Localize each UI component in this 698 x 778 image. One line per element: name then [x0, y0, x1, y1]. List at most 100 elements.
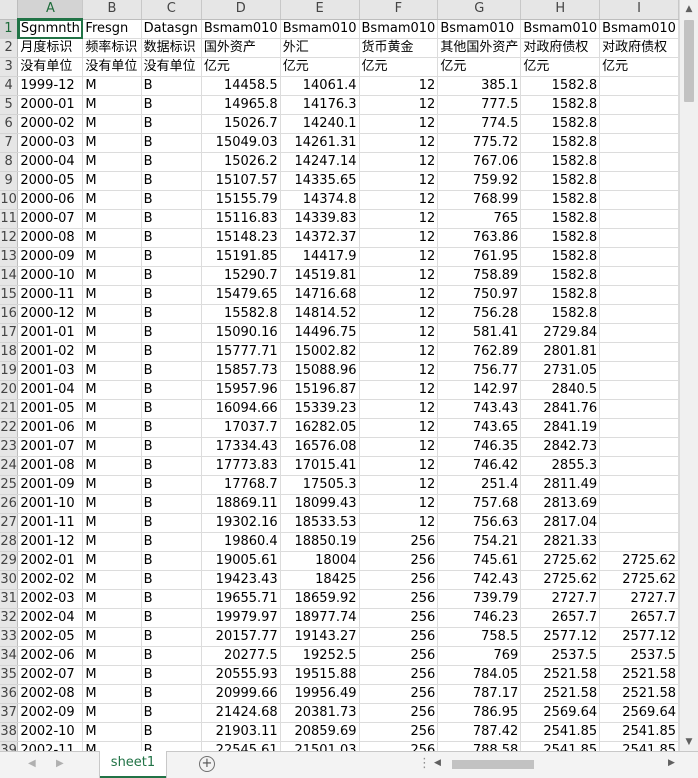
cell-c18[interactable]: B [141, 342, 202, 362]
cell-f20[interactable]: 12 [359, 380, 439, 400]
cell-d21[interactable]: 16094.66 [201, 399, 281, 419]
cell-c32[interactable]: B [141, 608, 202, 628]
cell-h19[interactable]: 2731.05 [520, 361, 601, 381]
cell-i28[interactable] [599, 532, 679, 552]
cell-a8[interactable]: 2000-04 [17, 152, 84, 172]
cell-i15[interactable] [599, 285, 679, 305]
cell-h14[interactable]: 1582.8 [520, 266, 601, 286]
cell-h26[interactable]: 2813.69 [520, 494, 601, 514]
cell-a4[interactable]: 1999-12 [17, 76, 84, 96]
row-header[interactable]: 3 [0, 57, 19, 77]
row-header[interactable]: 33 [0, 627, 19, 647]
cell-f11[interactable]: 12 [359, 209, 439, 229]
cell-f24[interactable]: 12 [359, 456, 439, 476]
row-header[interactable]: 19 [0, 361, 19, 381]
cell-a29[interactable]: 2002-01 [17, 551, 84, 571]
next-sheet-icon[interactable]: ▶ [56, 758, 64, 769]
row-header[interactable]: 20 [0, 380, 19, 400]
cell-a16[interactable]: 2000-12 [17, 304, 84, 324]
cell-i8[interactable] [599, 152, 679, 172]
cell-b25[interactable]: M [82, 475, 142, 495]
cell-i39[interactable]: 2541.85 [599, 741, 679, 751]
row-header[interactable]: 37 [0, 703, 19, 723]
cell-i6[interactable] [599, 114, 679, 134]
cell-b6[interactable]: M [82, 114, 142, 134]
cell-f18[interactable]: 12 [359, 342, 439, 362]
cell-f3[interactable]: 亿元 [359, 57, 439, 77]
row-header[interactable]: 10 [0, 190, 19, 210]
cell-e21[interactable]: 15339.23 [280, 399, 360, 419]
row-header[interactable]: 7 [0, 133, 19, 153]
cell-a30[interactable]: 2002-02 [17, 570, 84, 590]
cell-f23[interactable]: 12 [359, 437, 439, 457]
cell-b18[interactable]: M [82, 342, 142, 362]
cell-d1[interactable]: Bsmam010 [201, 19, 281, 39]
cell-h8[interactable]: 1582.8 [520, 152, 601, 172]
cell-h10[interactable]: 1582.8 [520, 190, 601, 210]
column-header-h[interactable]: H [520, 0, 601, 20]
cell-i26[interactable] [599, 494, 679, 514]
cell-h7[interactable]: 1582.8 [520, 133, 601, 153]
cell-c16[interactable]: B [141, 304, 202, 324]
cell-a34[interactable]: 2002-06 [17, 646, 84, 666]
column-header-g[interactable]: G [437, 0, 522, 20]
cell-c8[interactable]: B [141, 152, 202, 172]
cell-e16[interactable]: 14814.52 [280, 304, 360, 324]
cell-d32[interactable]: 19979.97 [201, 608, 281, 628]
cell-g28[interactable]: 754.21 [437, 532, 522, 552]
cell-g31[interactable]: 739.79 [437, 589, 522, 609]
cell-d5[interactable]: 14965.8 [201, 95, 281, 115]
cell-h30[interactable]: 2725.62 [520, 570, 601, 590]
cell-e10[interactable]: 14374.8 [280, 190, 360, 210]
cell-c1[interactable]: Datasgn [141, 19, 202, 39]
scroll-up-icon[interactable]: ▲ [683, 3, 695, 15]
cell-h35[interactable]: 2521.58 [520, 665, 601, 685]
cell-b8[interactable]: M [82, 152, 142, 172]
prev-sheet-icon[interactable]: ◀ [28, 758, 36, 769]
cell-h27[interactable]: 2817.04 [520, 513, 601, 533]
cell-i7[interactable] [599, 133, 679, 153]
cell-b3[interactable]: 没有单位 [82, 57, 142, 77]
horizontal-scrollbar[interactable]: ◀ ▶ [432, 757, 684, 772]
cell-f36[interactable]: 256 [359, 684, 439, 704]
cell-g13[interactable]: 761.95 [437, 247, 522, 267]
cell-i36[interactable]: 2521.58 [599, 684, 679, 704]
cell-a5[interactable]: 2000-01 [17, 95, 84, 115]
cell-c26[interactable]: B [141, 494, 202, 514]
cell-b20[interactable]: M [82, 380, 142, 400]
cell-a21[interactable]: 2001-05 [17, 399, 84, 419]
cell-c36[interactable]: B [141, 684, 202, 704]
cell-i13[interactable] [599, 247, 679, 267]
cell-b17[interactable]: M [82, 323, 142, 343]
cell-e14[interactable]: 14519.81 [280, 266, 360, 286]
cell-f33[interactable]: 256 [359, 627, 439, 647]
cell-g18[interactable]: 762.89 [437, 342, 522, 362]
cell-e8[interactable]: 14247.14 [280, 152, 360, 172]
cell-e35[interactable]: 19515.88 [280, 665, 360, 685]
cell-b5[interactable]: M [82, 95, 142, 115]
cell-g23[interactable]: 746.35 [437, 437, 522, 457]
cell-h38[interactable]: 2541.85 [520, 722, 601, 742]
row-header[interactable]: 17 [0, 323, 19, 343]
cell-e39[interactable]: 21501.03 [280, 741, 360, 751]
cell-i9[interactable] [599, 171, 679, 191]
cell-e38[interactable]: 20859.69 [280, 722, 360, 742]
cell-g8[interactable]: 767.06 [437, 152, 522, 172]
cell-i33[interactable]: 2577.12 [599, 627, 679, 647]
cell-h5[interactable]: 1582.8 [520, 95, 601, 115]
cell-e9[interactable]: 14335.65 [280, 171, 360, 191]
cell-i14[interactable] [599, 266, 679, 286]
cell-d24[interactable]: 17773.83 [201, 456, 281, 476]
cell-b35[interactable]: M [82, 665, 142, 685]
row-header[interactable]: 16 [0, 304, 19, 324]
cell-i1[interactable]: Bsmam010 [599, 19, 679, 39]
cell-d38[interactable]: 21903.11 [201, 722, 281, 742]
cell-d11[interactable]: 15116.83 [201, 209, 281, 229]
cell-d35[interactable]: 20555.93 [201, 665, 281, 685]
cell-c35[interactable]: B [141, 665, 202, 685]
cell-h2[interactable]: 对政府债权 [520, 38, 601, 58]
cell-f28[interactable]: 256 [359, 532, 439, 552]
cell-i2[interactable]: 对政府债权 [599, 38, 679, 58]
cell-a13[interactable]: 2000-09 [17, 247, 84, 267]
cell-b21[interactable]: M [82, 399, 142, 419]
